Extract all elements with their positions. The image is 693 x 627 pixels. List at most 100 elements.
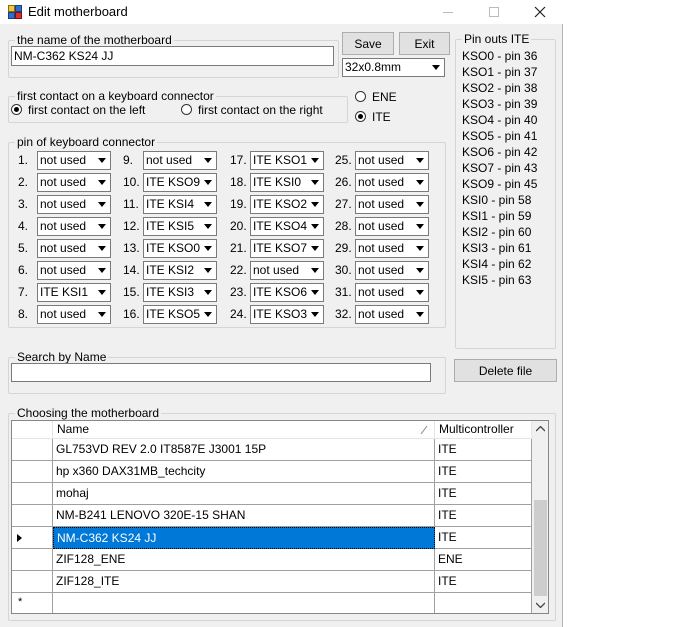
pin-select[interactable]: ITE KSI4 <box>143 195 217 214</box>
pin-select[interactable]: ITE KSI5 <box>143 217 217 236</box>
maximize-button[interactable] <box>471 0 517 24</box>
table-row[interactable]: mohaj ITE <box>12 483 532 505</box>
pin-select[interactable]: not used <box>355 217 429 236</box>
row-name[interactable]: NM-B241 LENOVO 320E-15 SHAN <box>53 505 435 527</box>
pin-select[interactable]: not used <box>355 173 429 192</box>
table-row-selected[interactable]: NM-C362 KS24 JJ ITE <box>12 527 532 549</box>
pin-select[interactable]: ITE KSI0 <box>250 173 324 192</box>
pin-select[interactable]: not used <box>37 195 111 214</box>
scroll-down-icon[interactable] <box>536 602 545 608</box>
pin-select-value: not used <box>358 197 405 211</box>
pin-select[interactable]: not used <box>37 239 111 258</box>
motherboard-name-input[interactable]: NM-C362 KS24 JJ <box>11 46 334 66</box>
pin-select-value: ITE KSO0 <box>146 241 201 255</box>
first-contact-right-radio[interactable] <box>181 104 192 115</box>
close-button[interactable] <box>517 0 563 24</box>
row-header[interactable] <box>12 505 53 527</box>
pin-select[interactable]: not used <box>143 151 217 170</box>
pinout-line: KSO2 - pin 38 <box>462 81 538 95</box>
table-row[interactable]: NM-B241 LENOVO 320E-15 SHAN ITE <box>12 505 532 527</box>
pin-select[interactable]: not used <box>37 261 111 280</box>
pin-select[interactable]: ITE KSO9 <box>143 173 217 192</box>
pin-select[interactable]: not used <box>37 305 111 324</box>
pin-select[interactable]: ITE KSI2 <box>143 261 217 280</box>
row-header[interactable]: * <box>12 593 53 613</box>
scroll-up-icon[interactable] <box>536 426 545 432</box>
pin-select[interactable]: not used <box>37 217 111 236</box>
grid-vertical-scrollbar[interactable] <box>532 421 548 613</box>
table-row[interactable]: GL753VD REV 2.0 IT8587E J3001 15P ITE <box>12 439 532 461</box>
row-multicontroller[interactable]: ITE <box>435 505 532 527</box>
pin-select[interactable]: ITE KSO3 <box>250 305 324 324</box>
delete-file-button[interactable]: Delete file <box>454 359 557 382</box>
pin-select[interactable]: ITE KSO4 <box>250 217 324 236</box>
pin-select[interactable]: not used <box>355 283 429 302</box>
pin-number: 3. <box>18 197 29 211</box>
pin-select[interactable]: not used <box>355 151 429 170</box>
row-name[interactable]: ZIF128_ITE <box>53 571 435 593</box>
row-header[interactable] <box>12 439 53 461</box>
row-multicontroller[interactable] <box>435 593 532 613</box>
row-header[interactable] <box>12 527 53 549</box>
row-multicontroller[interactable]: ITE <box>435 527 532 549</box>
row-multicontroller[interactable]: ITE <box>435 483 532 505</box>
pinout-line: KSO9 - pin 45 <box>462 177 538 191</box>
pin-select[interactable]: not used <box>355 195 429 214</box>
row-name[interactable]: mohaj <box>53 483 435 505</box>
new-row[interactable]: * <box>12 593 532 613</box>
pinout-line: KSO5 - pin 41 <box>462 129 538 143</box>
pin-select[interactable]: not used <box>355 261 429 280</box>
pin-select[interactable]: not used <box>250 261 324 280</box>
minimize-button[interactable] <box>425 0 471 24</box>
table-row[interactable]: hp x360 DAX31MB_techcity ITE <box>12 461 532 483</box>
chevron-down-icon <box>306 262 323 279</box>
grid-corner-header <box>12 421 53 439</box>
pin-select[interactable]: ITE KSO0 <box>143 239 217 258</box>
chevron-down-icon <box>411 218 428 235</box>
row-header[interactable] <box>12 461 53 483</box>
row-name[interactable]: ZIF128_ENE <box>53 549 435 571</box>
pin-select[interactable]: ITE KSO2 <box>250 195 324 214</box>
save-button[interactable]: Save <box>342 32 394 55</box>
table-row[interactable]: ZIF128_ENE ENE <box>12 549 532 571</box>
pin-select[interactable]: not used <box>37 173 111 192</box>
row-header[interactable] <box>12 549 53 571</box>
pin-select[interactable]: ITE KSI3 <box>143 283 217 302</box>
row-multicontroller[interactable]: ITE <box>435 439 532 461</box>
pin-select[interactable]: ITE KSO5 <box>143 305 217 324</box>
chevron-down-icon <box>411 196 428 213</box>
row-name[interactable]: NM-C362 KS24 JJ <box>53 527 435 549</box>
first-contact-left-radio[interactable] <box>11 104 22 115</box>
pin-select[interactable]: not used <box>355 239 429 258</box>
pin-number: 9. <box>123 153 134 167</box>
row-name[interactable]: GL753VD REV 2.0 IT8587E J3001 15P <box>53 439 435 461</box>
row-header[interactable] <box>12 571 53 593</box>
name-column-header[interactable]: Name <box>53 421 435 439</box>
row-name[interactable] <box>53 593 435 613</box>
pin-select-value: ITE KSO4 <box>253 219 308 233</box>
pin-select[interactable]: not used <box>37 151 111 170</box>
search-input[interactable] <box>11 363 431 382</box>
table-row[interactable]: ZIF128_ITE ITE <box>12 571 532 593</box>
pinout-line: KSI5 - pin 63 <box>462 273 532 287</box>
pin-select[interactable]: ITE KSO7 <box>250 239 324 258</box>
row-header[interactable] <box>12 483 53 505</box>
pin-select[interactable]: not used <box>355 305 429 324</box>
row-multicontroller[interactable]: ENE <box>435 549 532 571</box>
pin-select-value: ITE KSI2 <box>146 263 195 277</box>
pin-select[interactable]: ITE KSO1 <box>250 151 324 170</box>
pin-select[interactable]: ITE KSO6 <box>250 283 324 302</box>
package-select[interactable]: 32x0.8mm <box>342 58 445 77</box>
pin-select-value: ITE KSO7 <box>253 241 308 255</box>
scrollbar-thumb[interactable] <box>534 500 547 596</box>
pin-number: 29. <box>335 241 352 255</box>
multicontroller-column-header[interactable]: Multicontroller <box>435 421 532 439</box>
pin-select[interactable]: ITE KSI1 <box>37 283 111 302</box>
row-multicontroller[interactable]: ITE <box>435 571 532 593</box>
pin-number: 7. <box>18 285 29 299</box>
ite-radio[interactable] <box>355 111 366 122</box>
row-name[interactable]: hp x360 DAX31MB_techcity <box>53 461 435 483</box>
ene-radio[interactable] <box>355 91 366 102</box>
exit-button[interactable]: Exit <box>399 32 450 55</box>
row-multicontroller[interactable]: ITE <box>435 461 532 483</box>
